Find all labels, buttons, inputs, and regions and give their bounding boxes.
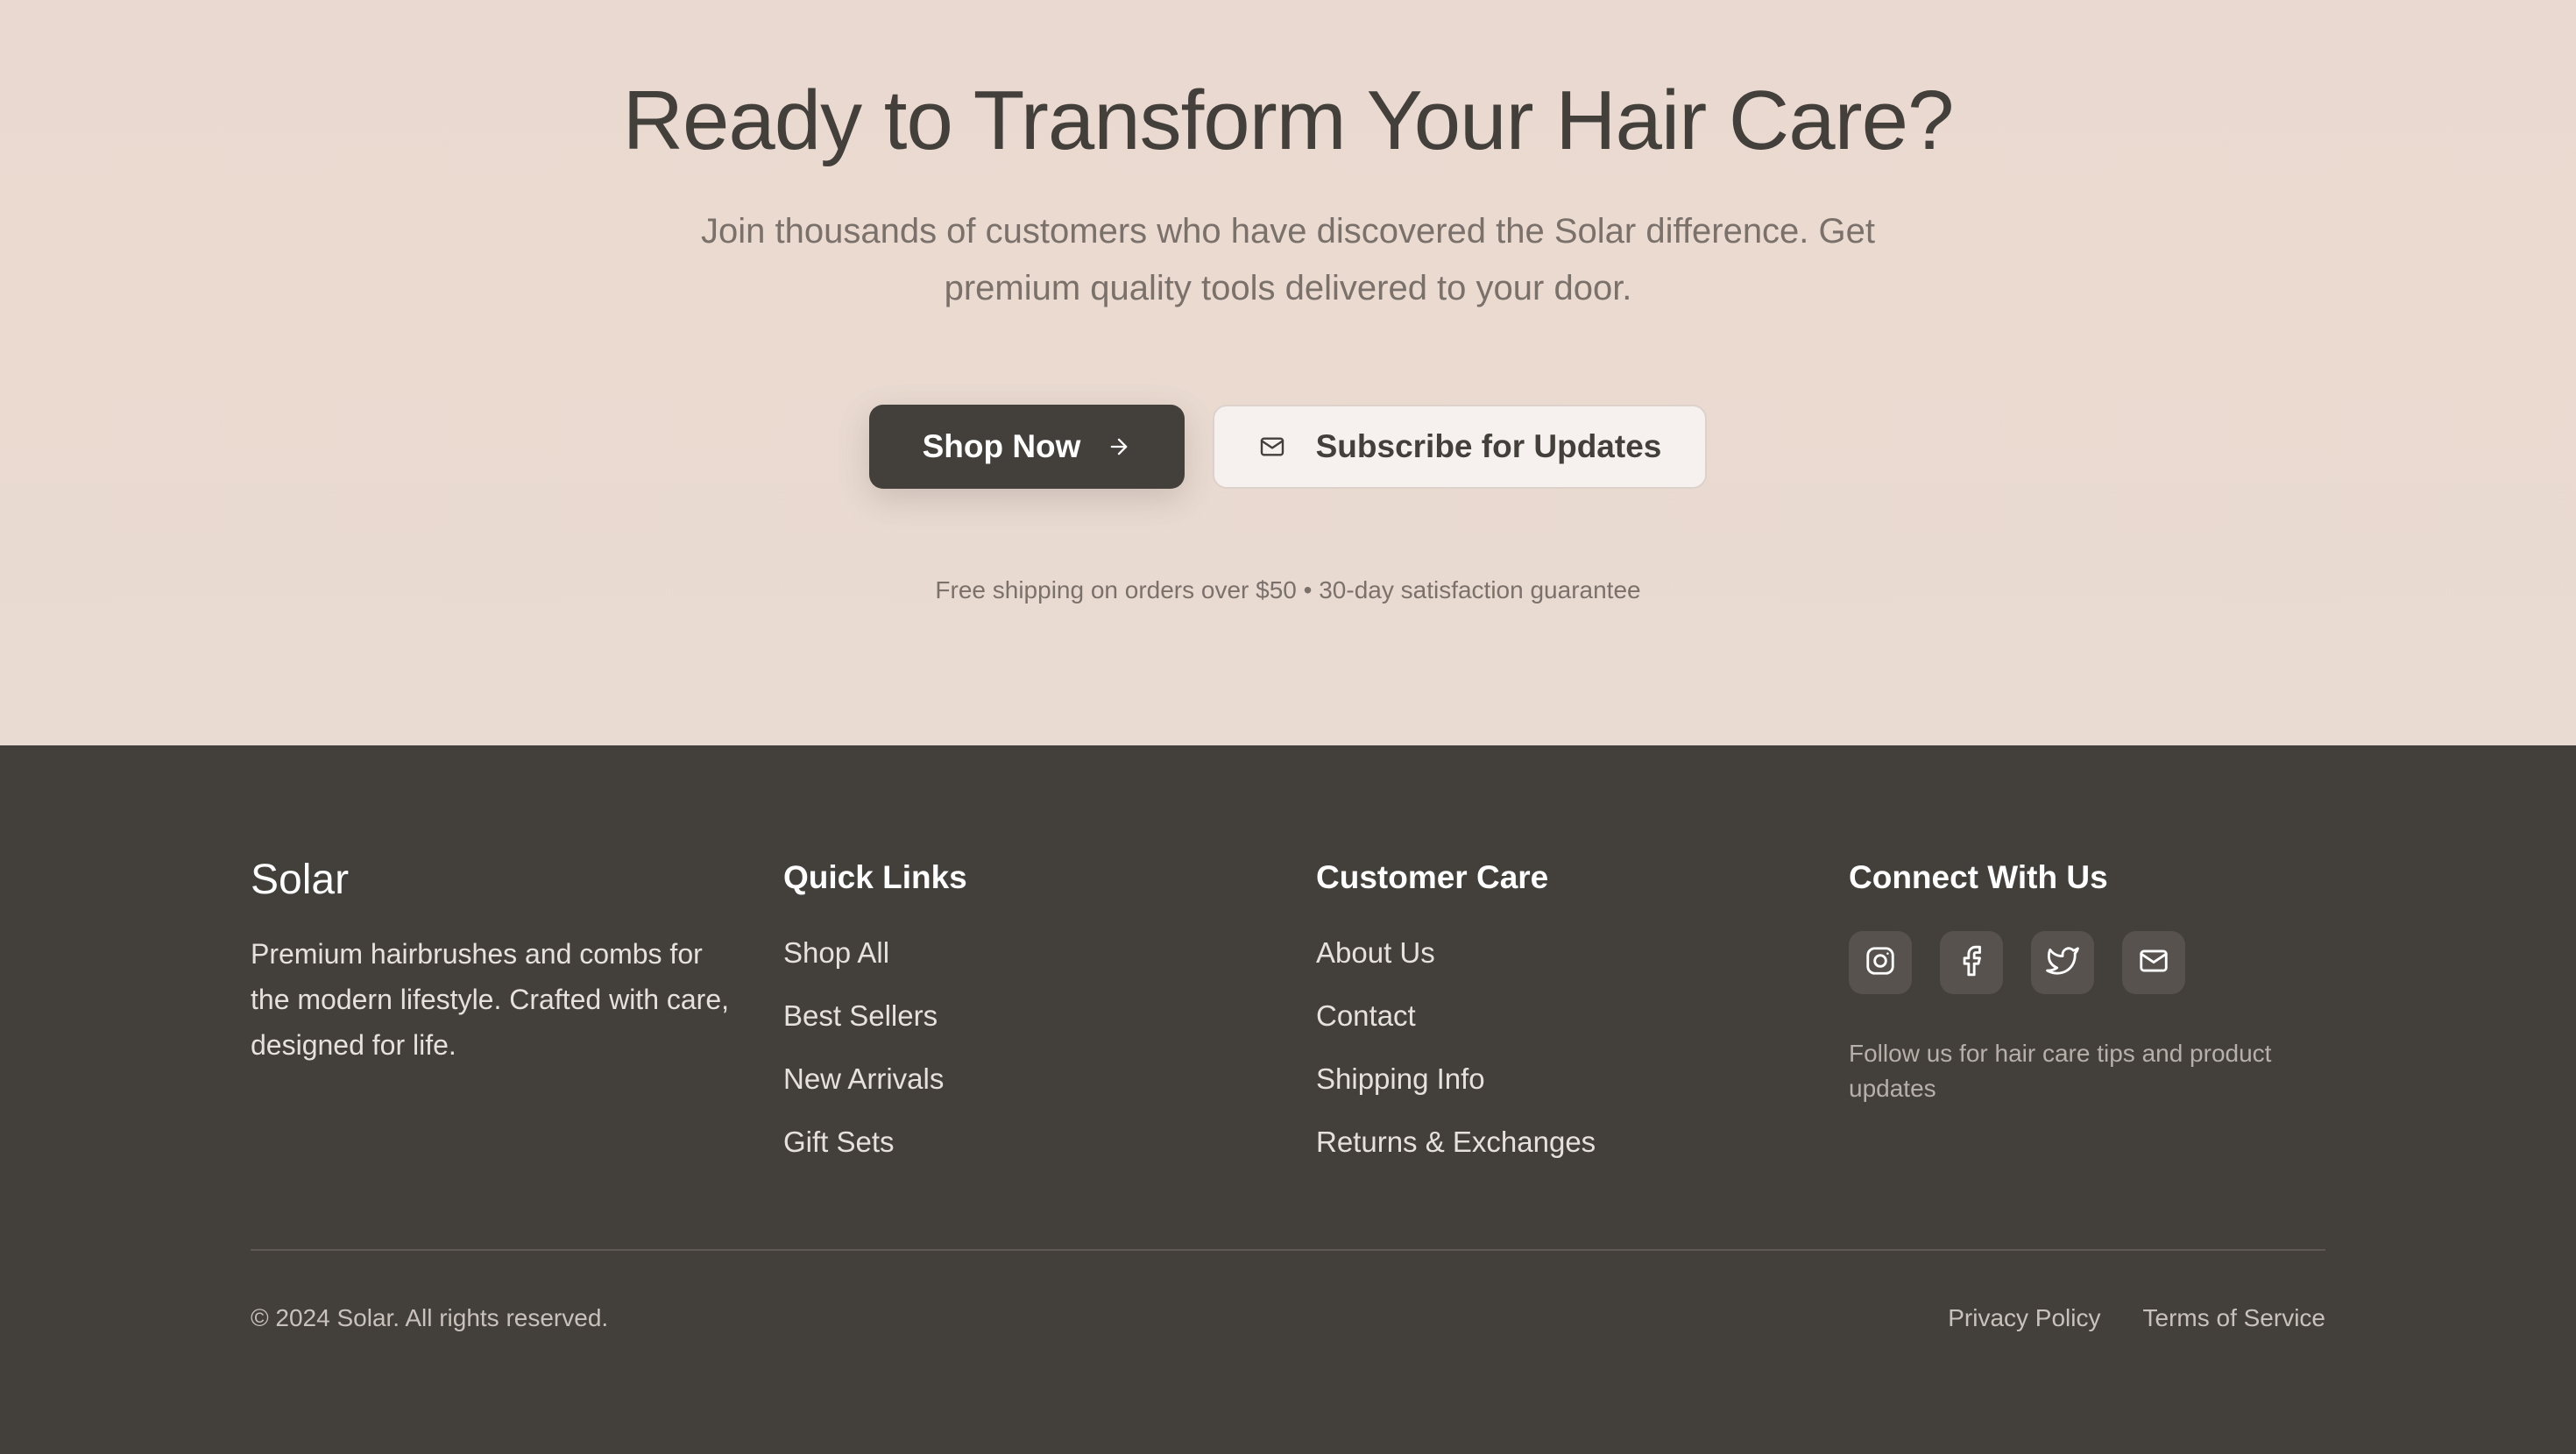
legal-links: Privacy Policy Terms of Service xyxy=(1948,1304,2325,1332)
connect-heading: Connect With Us xyxy=(1849,859,2108,895)
footer-link-returns-exchanges[interactable]: Returns & Exchanges xyxy=(1316,1111,1807,1174)
footer-divider xyxy=(251,1249,2325,1251)
instagram-button[interactable] xyxy=(1849,931,1912,994)
footer-bottom-bar: © 2024 Solar. All rights reserved. Priva… xyxy=(251,1304,2325,1332)
brand-description: Premium hairbrushes and combs for the mo… xyxy=(251,938,730,1061)
customer-care-heading: Customer Care xyxy=(1316,859,1549,895)
subscribe-label: Subscribe for Updates xyxy=(1315,428,1662,464)
arrow-right-icon xyxy=(1107,434,1131,459)
quick-links-heading: Quick Links xyxy=(783,859,967,895)
twitter-button[interactable] xyxy=(2031,931,2094,994)
facebook-button[interactable] xyxy=(1940,931,2003,994)
follow-text: Follow us for hair care tips and product… xyxy=(1849,1040,2272,1102)
social-links xyxy=(1849,931,2339,994)
twitter-icon xyxy=(2046,944,2079,982)
customer-care-list: About Us Contact Shipping Info Returns &… xyxy=(1316,921,1807,1174)
footer-connect-column: Connect With Us Follow us for hair care … xyxy=(1849,849,2339,1106)
shipping-guarantee-note: Free shipping on orders over $50 • 30-da… xyxy=(935,576,1641,603)
footer-link-about-us[interactable]: About Us xyxy=(1316,921,1807,985)
footer-link-shop-all[interactable]: Shop All xyxy=(783,921,1274,985)
brand-name: Solar xyxy=(251,857,350,903)
instagram-icon xyxy=(1864,944,1897,982)
copyright-text: © 2024 Solar. All rights reserved. xyxy=(251,1304,609,1331)
footer-brand-column: Solar Premium hairbrushes and combs for … xyxy=(251,849,741,1068)
footer-link-best-sellers[interactable]: Best Sellers xyxy=(783,985,1274,1048)
mail-icon xyxy=(1258,433,1286,461)
terms-of-service-link[interactable]: Terms of Service xyxy=(2143,1304,2326,1332)
facebook-icon xyxy=(1955,944,1988,982)
footer-link-new-arrivals[interactable]: New Arrivals xyxy=(783,1048,1274,1111)
footer-link-shipping-info[interactable]: Shipping Info xyxy=(1316,1048,1807,1111)
mail-icon xyxy=(2137,944,2170,982)
cta-title: Ready to Transform Your Hair Care? xyxy=(622,74,1955,167)
email-button[interactable] xyxy=(2122,931,2185,994)
privacy-policy-link[interactable]: Privacy Policy xyxy=(1948,1304,2100,1332)
shop-now-label: Shop Now xyxy=(922,428,1081,464)
cta-section: Ready to Transform Your Hair Care? Join … xyxy=(0,0,2576,745)
footer-customer-care-column: Customer Care About Us Contact Shipping … xyxy=(1316,849,1807,1174)
shop-now-button[interactable]: Shop Now xyxy=(869,405,1185,489)
footer-link-gift-sets[interactable]: Gift Sets xyxy=(783,1111,1274,1174)
cta-subtitle: Join thousands of customers who have dis… xyxy=(700,212,1876,307)
quick-links-list: Shop All Best Sellers New Arrivals Gift … xyxy=(783,921,1274,1174)
cta-buttons: Shop Now Subscribe for Updates xyxy=(0,405,2576,489)
site-footer: Solar Premium hairbrushes and combs for … xyxy=(0,745,2576,1454)
footer-link-contact[interactable]: Contact xyxy=(1316,985,1807,1048)
subscribe-button[interactable]: Subscribe for Updates xyxy=(1213,405,1707,489)
footer-quick-links-column: Quick Links Shop All Best Sellers New Ar… xyxy=(783,849,1274,1174)
